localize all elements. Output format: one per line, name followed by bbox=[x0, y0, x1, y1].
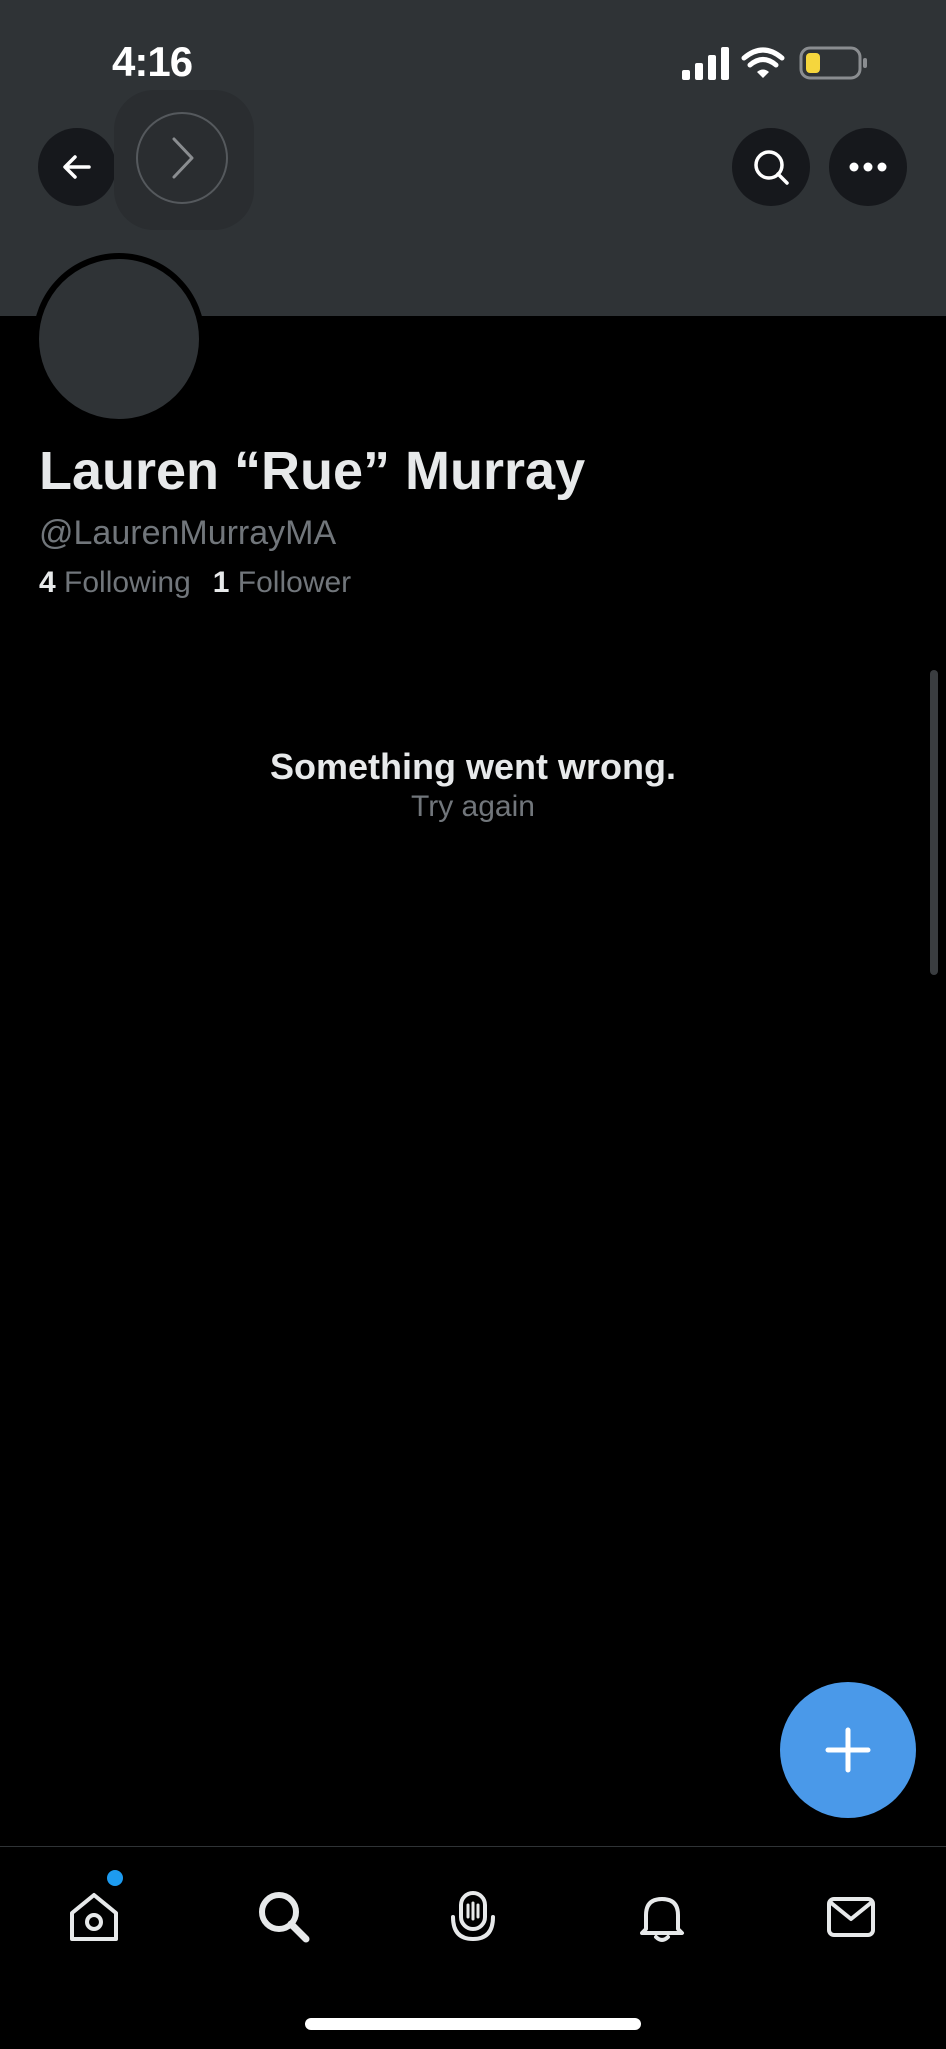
followers-link[interactable]: 1 Follower bbox=[213, 566, 351, 599]
tab-search[interactable] bbox=[244, 1877, 324, 1957]
tab-spaces[interactable] bbox=[433, 1877, 513, 1957]
more-button[interactable] bbox=[829, 128, 907, 206]
bell-icon bbox=[640, 1897, 684, 1942]
arrow-left-icon bbox=[63, 155, 91, 179]
try-again-button[interactable]: Try again bbox=[0, 790, 946, 824]
signal-wifi-battery-icon bbox=[682, 46, 867, 80]
compose-button[interactable] bbox=[780, 1682, 916, 1818]
notification-dot bbox=[107, 1870, 123, 1886]
home-icon bbox=[70, 1893, 118, 1941]
error-title: Something went wrong. bbox=[270, 746, 676, 787]
status-icons bbox=[682, 44, 882, 84]
tab-notifications[interactable] bbox=[622, 1877, 702, 1957]
search-button[interactable] bbox=[732, 128, 810, 206]
avatar[interactable] bbox=[33, 253, 205, 425]
status-time: 4:16 bbox=[112, 38, 193, 85]
scrollbar[interactable] bbox=[930, 670, 938, 975]
plus-icon bbox=[825, 1727, 871, 1773]
search-icon bbox=[754, 150, 789, 185]
following-count: 4 bbox=[39, 566, 56, 599]
following-link[interactable]: 4 Following bbox=[39, 566, 191, 599]
search-icon bbox=[259, 1892, 310, 1943]
profile-handle: @LaurenMurrayMA bbox=[39, 514, 337, 552]
forward-ring bbox=[136, 112, 228, 204]
chevron-right-icon bbox=[172, 137, 194, 179]
tab-home[interactable] bbox=[54, 1877, 134, 1957]
following-label: Following bbox=[64, 566, 191, 599]
mail-icon bbox=[827, 1897, 875, 1937]
follow-stats: 4 Following 1 Follower bbox=[39, 566, 351, 600]
home-indicator[interactable] bbox=[305, 2018, 641, 2030]
back-button[interactable] bbox=[38, 128, 116, 206]
spaces-icon bbox=[451, 1891, 495, 1942]
followers-count: 1 bbox=[212, 566, 230, 599]
forward-button[interactable] bbox=[114, 90, 254, 230]
profile-name: Lauren “Rue” Murray bbox=[39, 441, 586, 501]
followers-label: Follower bbox=[237, 566, 352, 599]
more-icon bbox=[849, 162, 887, 172]
tab-messages[interactable] bbox=[811, 1877, 891, 1957]
